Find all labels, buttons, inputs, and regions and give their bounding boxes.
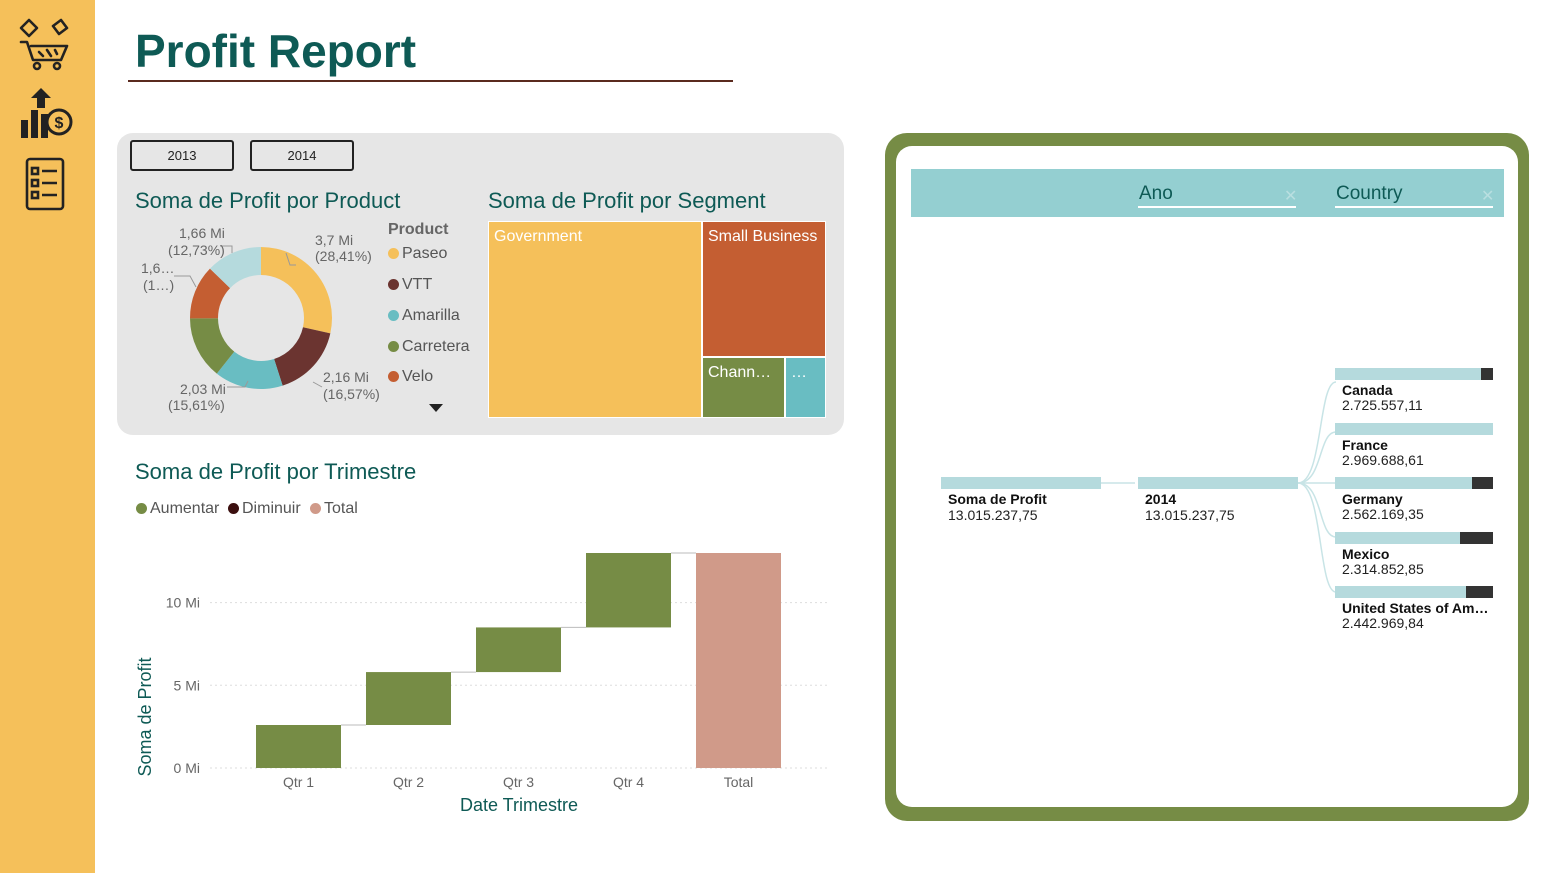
- checklist-report-icon[interactable]: [17, 156, 73, 212]
- remove-level-ano-icon[interactable]: ✕: [1284, 186, 1297, 206]
- legend-item-vtt[interactable]: VTT: [388, 276, 432, 294]
- svg-text:$: $: [55, 115, 64, 132]
- product-donut-chart: 3,7 Mi (28,41%) 1,66 Mi (12,73%) 1,6… (1…: [141, 225, 380, 413]
- x-tick-label: Total: [724, 774, 754, 790]
- country-node-value: 2.562.169,35: [1342, 506, 1424, 522]
- x-axis-title: Date Trimestre: [460, 795, 578, 815]
- level-header-country-underline: [1335, 206, 1493, 208]
- country-node-remainder: [1460, 532, 1493, 544]
- root-node-value: 13.015.237,75: [948, 507, 1038, 523]
- x-tick-label: Qtr 3: [503, 774, 534, 790]
- quarter-waterfall-chart: 0 Mi5 Mi10 Mi Qtr 1 Qtr 2 Qtr 3 Qtr 4 Total …: [135, 552, 828, 815]
- year-node-name: 2014: [1145, 491, 1177, 507]
- donut-slice-vtt[interactable]: [274, 327, 331, 386]
- country-node-bar-canada[interactable]: [1335, 368, 1493, 380]
- country-node-name: Canada: [1342, 382, 1393, 398]
- legend-item-velo[interactable]: Velo: [388, 368, 433, 386]
- legend-item-total[interactable]: Total: [310, 500, 358, 518]
- x-tick-label: Qtr 4: [613, 774, 644, 790]
- country-node-name: Mexico: [1342, 546, 1390, 562]
- cart-coins-icon[interactable]: [17, 16, 73, 72]
- legend-item-paseo[interactable]: Paseo: [388, 245, 447, 263]
- sidebar: $: [0, 0, 95, 873]
- country-node-value: 2.442.969,84: [1342, 615, 1424, 631]
- country-node-value: 2.969.688,61: [1342, 452, 1424, 468]
- velo-data-label: 1,6…: [141, 260, 174, 276]
- waterfall-bar-qtr-1[interactable]: [256, 725, 341, 768]
- year-button-2013[interactable]: 2013: [130, 140, 234, 171]
- country-node-remainder: [1472, 477, 1493, 489]
- year-node-bar[interactable]: [1138, 477, 1298, 489]
- treemap-cell-channel-partners[interactable]: Chann…: [702, 357, 785, 418]
- root-node-bar[interactable]: [941, 477, 1101, 489]
- amarilla-data-label: 2,03 Mi: [180, 381, 226, 397]
- amarilla-percent-label: (15,61%): [168, 397, 225, 413]
- segment-chart-title: Soma de Profit por Segment: [488, 188, 766, 213]
- waterfall-bar-qtr-2[interactable]: [366, 672, 451, 725]
- vtt-percent-label: (16,57%): [323, 386, 380, 402]
- waterfall-bar-qtr-3[interactable]: [476, 627, 561, 673]
- velo-percent-label: (1…): [143, 277, 174, 293]
- level-header-ano-underline: [1138, 206, 1296, 208]
- legend-item-carretera[interactable]: Carretera: [388, 338, 470, 356]
- quarter-chart-title: Soma de Profit por Trimestre: [135, 459, 417, 484]
- country-node-bar-france[interactable]: [1335, 423, 1493, 435]
- paseo-data-label: 3,7 Mi: [315, 232, 353, 248]
- top-slice-data-label: 1,66 Mi: [179, 225, 225, 241]
- waterfall-bar-total[interactable]: [696, 553, 781, 768]
- product-chart-title: Soma de Profit por Product: [135, 188, 401, 213]
- vtt-data-label: 2,16 Mi: [323, 369, 369, 385]
- legend-item-diminuir[interactable]: Diminuir: [228, 500, 301, 518]
- y-tick-label: 10 Mi: [166, 595, 200, 611]
- level-header-ano[interactable]: Ano: [1139, 183, 1173, 205]
- top-slice-percent-label: (12,73%): [168, 242, 225, 258]
- x-tick-label: Qtr 1: [283, 774, 314, 790]
- treemap-cell-government[interactable]: Government: [488, 221, 702, 418]
- year-button-2014[interactable]: 2014: [250, 140, 354, 171]
- product-legend-title: Product: [388, 221, 449, 238]
- country-node-value: 2.314.852,85: [1342, 561, 1424, 577]
- decomposition-connectors: [1101, 381, 1337, 593]
- y-tick-label: 5 Mi: [174, 677, 200, 693]
- title-divider: [128, 80, 733, 82]
- country-node-remainder: [1466, 586, 1493, 598]
- country-node-name: Germany: [1342, 491, 1403, 507]
- treemap-cell-midmarket[interactable]: …: [785, 357, 826, 418]
- legend-scroll-down-icon[interactable]: [428, 403, 444, 413]
- country-node-name: France: [1342, 437, 1388, 453]
- waterfall-bar-qtr-4[interactable]: [586, 553, 671, 628]
- country-node-bar-germany[interactable]: [1335, 477, 1493, 489]
- y-axis-title: Soma de Profit: [135, 657, 155, 776]
- root-node-name: Soma de Profit: [948, 491, 1047, 507]
- country-node-value: 2.725.557,11: [1342, 397, 1423, 413]
- remove-level-country-icon[interactable]: ✕: [1481, 186, 1494, 206]
- legend-item-aumentar[interactable]: Aumentar: [136, 500, 219, 518]
- legend-item-amarilla[interactable]: Amarilla: [388, 307, 460, 325]
- y-tick-label: 0 Mi: [174, 760, 200, 776]
- treemap-cell-small-business[interactable]: Small Business: [702, 221, 826, 357]
- country-node-remainder: [1481, 368, 1493, 380]
- profit-growth-icon[interactable]: $: [17, 86, 73, 142]
- year-node-value: 13.015.237,75: [1145, 507, 1235, 523]
- page-title: Profit Report: [135, 25, 417, 77]
- decomposition-header: [911, 169, 1504, 217]
- level-header-country[interactable]: Country: [1336, 183, 1403, 205]
- country-node-name: United States of Am…: [1342, 600, 1489, 616]
- x-tick-label: Qtr 2: [393, 774, 424, 790]
- paseo-percent-label: (28,41%): [315, 248, 372, 264]
